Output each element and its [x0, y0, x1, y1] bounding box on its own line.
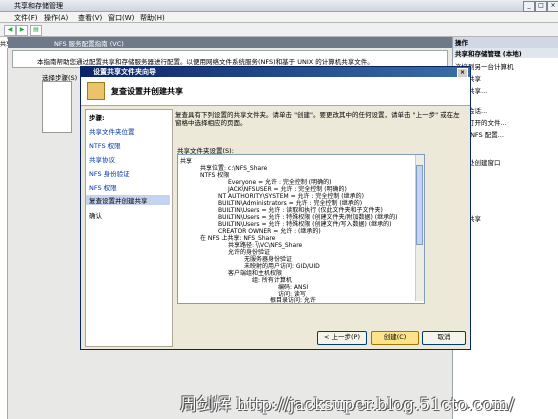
step-share-protocols[interactable]: 共享协议: [89, 154, 115, 164]
step-nfs-authentication[interactable]: NFS 身份验证: [89, 168, 130, 178]
step-ntfs-permissions[interactable]: NTFS 权限: [89, 140, 121, 150]
close-button[interactable]: ×: [547, 1, 558, 12]
minimize-button[interactable]: _: [523, 1, 535, 12]
console-tree: 共享和存: [0, 37, 25, 419]
window-title: 共享和存储管理: [14, 2, 63, 10]
menu-action[interactable]: 操作(A): [44, 13, 68, 23]
step-nfs-permissions[interactable]: NFS 权限: [89, 182, 117, 192]
console-tree-icon[interactable]: ▤: [30, 25, 42, 36]
wizard-titlebar: 设置共享文件夹向导 ×: [81, 67, 470, 78]
wizard-intro-text: 复查具有下列设置的共享文件夹。请单击 "创建"。要更改其中的任何设置，请单击 "…: [175, 111, 460, 127]
step-review-create[interactable]: 复查设置并创建共享: [86, 195, 170, 205]
step-folder-location[interactable]: 共享文件夹位置: [89, 126, 135, 136]
settings-scrollbar[interactable]: [415, 155, 424, 301]
wizard-title: 设置共享文件夹向导: [93, 68, 156, 76]
window-titlebar: 共享和存储管理 _ □ ×: [0, 0, 558, 12]
wizard-steps-panel: 步骤: 共享文件夹位置 NTFS 权限 共享协议 NFS 身份验证 NFS 权限…: [85, 109, 173, 347]
scrollbar-thumb[interactable]: [416, 165, 423, 245]
menu-window[interactable]: 窗口(W): [108, 13, 134, 23]
menu-view[interactable]: 查看(V): [78, 13, 102, 23]
wizard-steps-header: 步骤:: [89, 114, 105, 122]
settings-line: 根目录访问: 允许: [270, 297, 316, 304]
guide-header: NFS 服务配置指南 (VC): [8, 37, 452, 48]
folder-share-icon: [87, 82, 105, 100]
watermark: 周剑辉 http://jacksuper.blog.51cto.com/: [180, 395, 515, 415]
settings-textbox[interactable]: 共享 共享位置: c:\NFS_Share NTFS 权限 Everyone =…: [177, 154, 425, 304]
maximize-button[interactable]: □: [535, 1, 547, 12]
menu-file[interactable]: 文件(F): [14, 13, 38, 23]
step-confirmation: 确认: [89, 212, 102, 220]
guide-header-title: NFS 服务配置指南 (VC): [54, 40, 124, 48]
create-button[interactable]: 创建(C): [371, 331, 419, 345]
toolbar: ◀ ▶ ▤: [0, 23, 558, 37]
settings-line: 共享: [180, 158, 193, 165]
forward-icon[interactable]: ▶: [16, 25, 28, 36]
cancel-button[interactable]: 取消: [422, 331, 466, 345]
share-wizard-dialog: 设置共享文件夹向导 × 复查设置并创建共享 步骤: 共享文件夹位置 NTFS 权…: [80, 66, 471, 350]
settings-line: NTFS 权限: [200, 172, 230, 179]
wizard-heading: 复查设置并创建共享: [111, 87, 183, 96]
actions-header: 操作: [453, 37, 558, 48]
guide-description-text: 本指南帮助您通过配置共享和存储服务器进行配置。以便用网络文件系统服务(NFS)和…: [37, 58, 374, 66]
actions-subheader: 共享和存储管理 (本地): [453, 48, 558, 58]
menu-help[interactable]: 帮助(H): [140, 13, 165, 23]
wizard-header: 复查设置并创建共享: [81, 77, 470, 106]
select-steps-list[interactable]: [42, 81, 72, 133]
back-icon[interactable]: ◀: [4, 25, 16, 36]
back-button[interactable]: < 上一步(P): [317, 331, 367, 345]
menu-bar: 文件(F) 操作(A) 查看(V) 窗口(W) 帮助(H): [0, 12, 558, 23]
